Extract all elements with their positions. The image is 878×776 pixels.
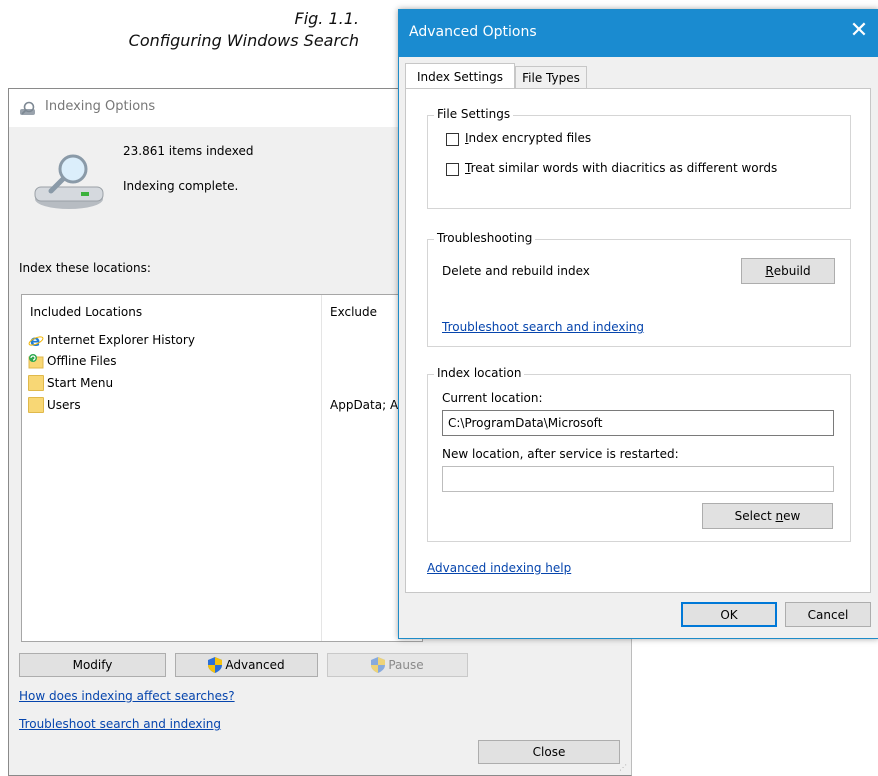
- ok-button[interactable]: OK: [681, 602, 777, 627]
- advanced-button-label: Advanced: [225, 658, 285, 672]
- troubleshoot-link[interactable]: Troubleshoot search and indexing: [19, 717, 221, 731]
- new-location-label: New location, after service is restarted…: [442, 447, 679, 461]
- folder-icon: [28, 375, 44, 391]
- file-settings-group: File Settings Index encrypted files Trea…: [427, 107, 851, 209]
- current-location-label: Current location:: [442, 391, 543, 405]
- indexing-options-title: Indexing Options: [45, 99, 156, 114]
- location-name: Users: [47, 398, 81, 412]
- rebuild-button[interactable]: Rebuild: [741, 258, 835, 284]
- indexing-status: Indexing complete.: [123, 179, 239, 193]
- cancel-button[interactable]: Cancel: [785, 602, 871, 627]
- pause-button-label: Pause: [388, 658, 424, 672]
- troubleshooting-title: Troubleshooting: [434, 231, 536, 245]
- index-location-group: Index location Current location: C:\Prog…: [427, 366, 851, 542]
- uac-shield-icon: [208, 657, 223, 673]
- index-location-title: Index location: [434, 366, 525, 380]
- uac-shield-icon: [371, 657, 386, 673]
- troubleshoot-dialog-link[interactable]: Troubleshoot search and indexing: [442, 320, 644, 334]
- advanced-options-dialog: Advanced Options ✕ Index Settings File T…: [398, 9, 878, 639]
- column-header-included[interactable]: Included Locations: [30, 305, 142, 319]
- tab-file-types[interactable]: File Types: [515, 66, 587, 88]
- current-location-field[interactable]: C:\ProgramData\Microsoft: [442, 410, 834, 436]
- modify-button[interactable]: Modify: [19, 653, 166, 677]
- index-locations-label: Index these locations:: [19, 261, 151, 275]
- folder-icon: [28, 397, 44, 413]
- list-item[interactable]: Users: [28, 395, 81, 415]
- list-item[interactable]: e Internet Explorer History: [28, 330, 195, 350]
- tab-index-settings[interactable]: Index Settings: [405, 63, 515, 89]
- list-item[interactable]: Offline Files: [28, 351, 117, 371]
- caption-line-1: Fig. 1.1.: [294, 9, 359, 28]
- index-settings-panel: File Settings Index encrypted files Trea…: [405, 88, 871, 593]
- location-exclude: AppData; A: [330, 398, 399, 412]
- pause-button[interactable]: Pause: [327, 653, 468, 677]
- close-icon[interactable]: ✕: [844, 16, 874, 46]
- offline-files-icon: [28, 354, 44, 369]
- file-settings-title: File Settings: [434, 107, 514, 121]
- column-divider: [321, 295, 322, 641]
- list-item[interactable]: Start Menu: [28, 373, 113, 393]
- location-name: Offline Files: [47, 354, 117, 368]
- resize-grip[interactable]: ⋰: [619, 763, 629, 773]
- caption-line-2: Configuring Windows Search: [128, 31, 359, 50]
- index-encrypted-label[interactable]: Index encrypted files: [465, 131, 591, 145]
- figure-caption: Fig. 1.1. Configuring Windows Search: [129, 8, 359, 52]
- troubleshooting-group: Troubleshooting Delete and rebuild index…: [427, 231, 851, 347]
- select-new-button[interactable]: Select n ew: [702, 503, 833, 529]
- advanced-button[interactable]: Advanced: [175, 653, 318, 677]
- indexing-options-icon: [20, 101, 35, 115]
- index-encrypted-checkbox[interactable]: [446, 133, 459, 146]
- diacritics-checkbox[interactable]: [446, 163, 459, 176]
- advanced-options-title: Advanced Options: [409, 24, 537, 40]
- location-name: Start Menu: [47, 376, 114, 390]
- location-name: Internet Explorer History: [47, 333, 195, 347]
- diacritics-label[interactable]: Treat similar words with diacritics as d…: [465, 161, 777, 175]
- indexing-drive-icon: [34, 154, 104, 209]
- rebuild-label: Delete and rebuild index: [442, 264, 590, 278]
- items-indexed-count: 23.861 items indexed: [123, 144, 254, 158]
- close-button[interactable]: Close: [478, 740, 620, 764]
- advanced-indexing-help-link[interactable]: Advanced indexing help: [427, 561, 571, 575]
- new-location-field[interactable]: [442, 466, 834, 492]
- advanced-options-titlebar: Advanced Options ✕: [399, 10, 878, 57]
- how-indexing-link[interactable]: How does indexing affect searches?: [19, 689, 235, 703]
- column-header-exclude[interactable]: Exclude: [330, 305, 377, 319]
- locations-list[interactable]: Included Locations Exclude e Internet Ex…: [21, 294, 423, 642]
- ie-icon: e: [28, 332, 44, 348]
